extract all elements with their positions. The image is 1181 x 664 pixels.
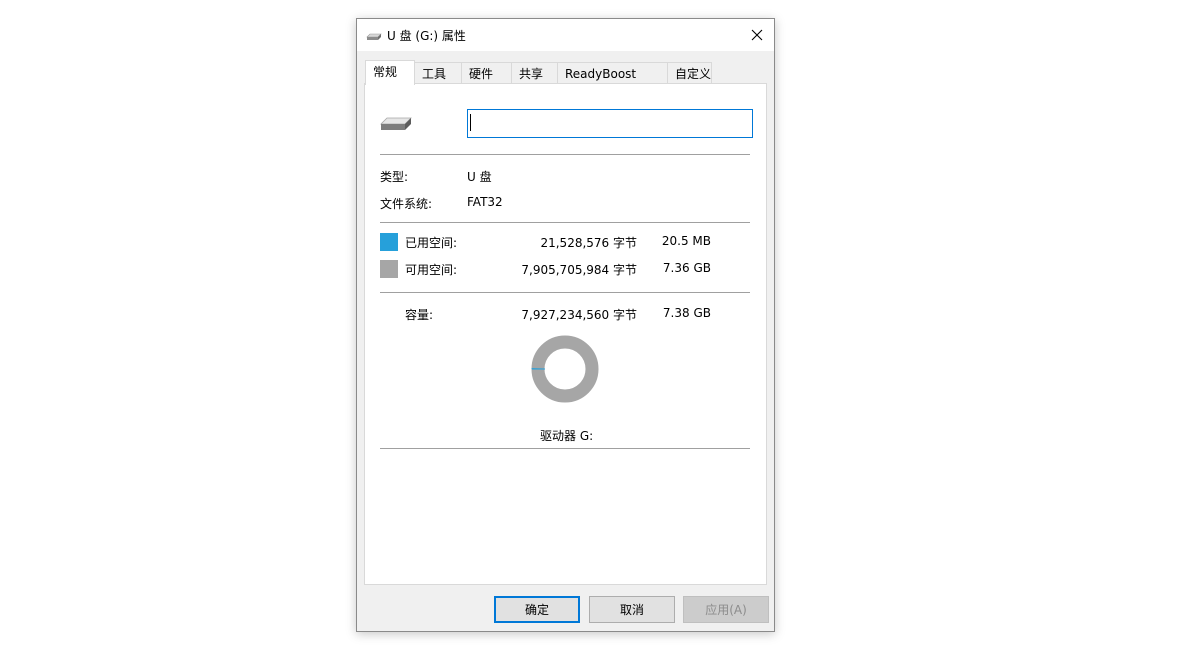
tab-readyboost[interactable]: ReadyBoost [558, 62, 668, 84]
tab-label: 共享 [519, 67, 544, 81]
general-tab-panel: 类型: U 盘 文件系统: FAT32 已用空间: 21,528,576 字节 … [364, 83, 767, 585]
properties-dialog: U 盘 (G:) 属性 常规 工具 硬件 共享 ReadyBoost 自定义 类… [356, 18, 775, 632]
ok-button[interactable]: 确定 [494, 596, 580, 623]
capacity-label: 容量: [405, 308, 434, 322]
capacity-size: 7.38 GB [662, 306, 711, 320]
volume-label-input[interactable] [467, 109, 753, 138]
divider [380, 448, 750, 449]
free-space-label: 可用空间: [405, 263, 458, 277]
divider [380, 154, 750, 155]
drive-caption: 驱动器 G: [540, 429, 594, 443]
tab-strip: 常规 工具 硬件 共享 ReadyBoost 自定义 [365, 60, 712, 85]
used-space-swatch [380, 233, 398, 251]
type-label: 类型: [380, 170, 409, 184]
usage-donut-chart [530, 334, 600, 404]
tab-general[interactable]: 常规 [365, 60, 415, 85]
divider [380, 222, 750, 223]
apply-button[interactable]: 应用(A) [683, 596, 769, 623]
usb-drive-icon [380, 116, 412, 135]
tab-label: ReadyBoost [565, 66, 637, 81]
tab-customize[interactable]: 自定义 [668, 62, 712, 84]
free-space-swatch [380, 260, 398, 278]
used-space-bytes: 21,528,576 字节 [540, 236, 637, 250]
donut-free-segment [531, 335, 599, 403]
cancel-button[interactable]: 取消 [589, 596, 675, 623]
usb-drive-icon [366, 30, 382, 44]
file-system-value: FAT32 [467, 195, 503, 209]
used-space-size: 20.5 MB [661, 234, 711, 248]
tab-label: 工具 [422, 67, 447, 81]
close-button[interactable] [740, 19, 774, 51]
tab-tools[interactable]: 工具 [415, 62, 462, 84]
free-space-bytes: 7,905,705,984 字节 [521, 263, 637, 277]
tab-label: 常规 [373, 64, 398, 79]
window-title: U 盘 (G:) 属性 [387, 29, 466, 43]
file-system-label: 文件系统: [380, 197, 433, 211]
divider [380, 292, 750, 293]
free-space-size: 7.36 GB [662, 261, 711, 275]
type-value: U 盘 [467, 170, 492, 184]
close-icon [751, 29, 763, 41]
tab-hardware[interactable]: 硬件 [462, 62, 512, 84]
tab-label: 硬件 [469, 67, 494, 81]
tab-sharing[interactable]: 共享 [512, 62, 558, 84]
text-caret [470, 114, 471, 131]
used-space-label: 已用空间: [405, 236, 458, 250]
tab-label: 自定义 [675, 67, 712, 81]
capacity-bytes: 7,927,234,560 字节 [521, 308, 637, 322]
title-bar: U 盘 (G:) 属性 [357, 19, 774, 51]
